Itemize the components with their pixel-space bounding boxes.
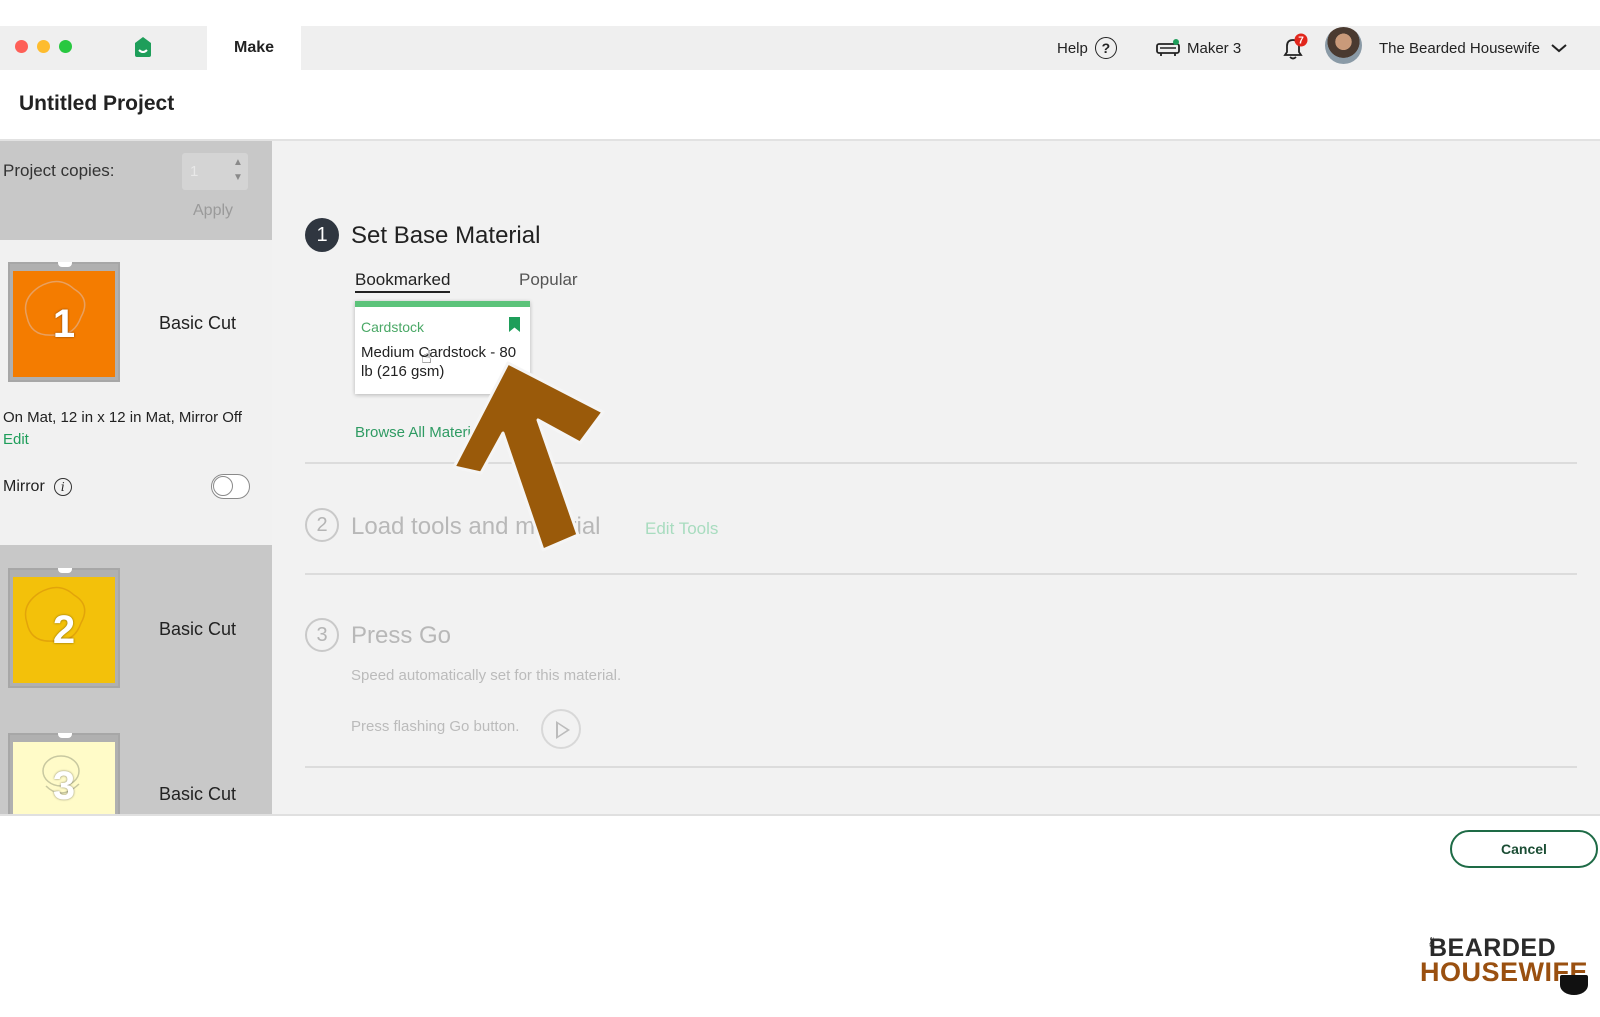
toggle-knob <box>213 476 233 496</box>
user-name: The Bearded Housewife <box>1379 39 1540 57</box>
mirror-toggle[interactable] <box>211 474 250 499</box>
mat-number-3: 3 <box>52 763 76 808</box>
mat-tab <box>58 568 72 573</box>
machine-label: Maker 3 <box>1187 39 1242 57</box>
tab-popular[interactable]: Popular <box>519 270 578 290</box>
material-category: Cardstock <box>361 319 425 335</box>
chevron-down-icon <box>1551 44 1567 53</box>
maximize-window-button[interactable] <box>59 40 72 53</box>
bookmark-icon[interactable] <box>509 317 520 332</box>
mat-preview-2: 2 <box>13 577 115 683</box>
machine-selector[interactable]: Maker 3 <box>1155 26 1241 70</box>
mat-label-2: Basic Cut <box>159 619 237 639</box>
mat-label-3: Basic Cut <box>159 784 237 804</box>
speed-note: Speed automatically set for this materia… <box>351 667 622 684</box>
project-copies-label: Project copies: <box>3 161 115 180</box>
copies-input[interactable] <box>184 155 228 188</box>
home-icon[interactable] <box>133 36 153 58</box>
mat-thumbnail-1[interactable]: 1 <box>8 262 120 382</box>
go-instruction: Press flashing Go button. <box>351 718 520 735</box>
notifications-button[interactable]: 7 <box>1278 26 1308 70</box>
cancel-button[interactable]: Cancel <box>1450 830 1598 868</box>
page-title: Untitled Project <box>19 92 175 115</box>
apply-button[interactable]: Apply <box>193 202 233 220</box>
avatar[interactable] <box>1325 27 1362 64</box>
mat-preview-3: 3 <box>13 742 115 814</box>
play-icon <box>556 721 570 739</box>
beard-icon <box>1560 975 1588 995</box>
mat-info: On Mat, 12 in x 12 in Mat, Mirror Off <box>3 409 242 426</box>
annotation-arrow <box>452 361 605 552</box>
mirror-row: Mirror i <box>3 478 72 496</box>
minimize-window-button[interactable] <box>37 40 50 53</box>
mat-number-1: 1 <box>52 301 76 346</box>
mat-preview-1: 1 <box>13 271 115 377</box>
stepper-arrows-icon[interactable]: ▲ ▼ <box>229 155 247 188</box>
tab-make[interactable]: Make <box>207 26 301 70</box>
info-icon[interactable]: i <box>53 478 72 496</box>
footer-divider <box>0 814 1600 816</box>
mat-tab <box>58 733 72 738</box>
mat-tab <box>58 262 72 267</box>
step-1-title: Set Base Material <box>351 222 541 249</box>
app-window: Make Help ? Maker 3 7 The Bearded Housew… <box>0 0 1600 1017</box>
go-button-icon <box>541 709 581 749</box>
bell-icon: 7 <box>1283 33 1308 60</box>
hand-cursor-icon: ☝ <box>421 347 432 367</box>
step-divider <box>305 573 1577 575</box>
mat-number-2: 2 <box>52 607 76 652</box>
step-divider <box>305 766 1577 768</box>
machine-icon <box>1156 39 1180 56</box>
step-1-number: 1 <box>305 218 339 252</box>
user-menu[interactable]: The Bearded Housewife <box>1379 26 1568 70</box>
mat-label-1: Basic Cut <box>159 313 237 333</box>
help-icon: ? <box>1094 37 1117 59</box>
step-3-title: Press Go <box>351 622 452 649</box>
tab-bookmarked[interactable]: Bookmarked <box>355 270 451 293</box>
mirror-label: Mirror <box>3 478 45 495</box>
edit-mat-link[interactable]: Edit <box>3 431 29 448</box>
close-window-button[interactable] <box>15 40 28 53</box>
help-button[interactable]: Help ? <box>1057 26 1117 70</box>
help-label: Help <box>1057 39 1088 57</box>
edit-tools-link[interactable]: Edit Tools <box>645 519 718 539</box>
step-3-number: 3 <box>305 618 339 652</box>
step-2-number: 2 <box>305 508 339 542</box>
notification-count: 7 <box>1298 36 1304 47</box>
mat-thumbnail-3[interactable]: 3 <box>8 733 120 814</box>
mat-thumbnail-2[interactable]: 2 <box>8 568 120 688</box>
